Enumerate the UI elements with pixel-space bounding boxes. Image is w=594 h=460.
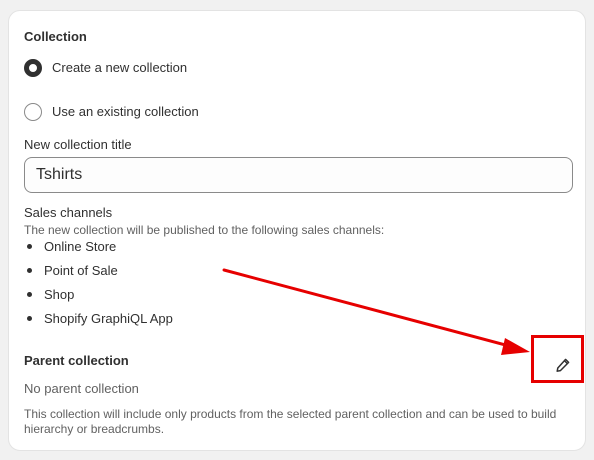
channel-name: Point of Sale [44,263,118,278]
collection-title-label: New collection title [24,137,132,152]
collection-card: Collection Create a new collection Use a… [8,10,586,451]
bullet-icon [27,244,32,249]
list-item: Shopify GraphiQL App [27,311,173,335]
sales-channels-description: The new collection will be published to … [24,223,385,237]
page: Collection Create a new collection Use a… [0,0,594,460]
channel-name: Online Store [44,239,117,254]
radio-checked[interactable] [24,59,42,77]
bullet-icon [27,292,32,297]
collection-title-input[interactable] [24,157,573,193]
list-item: Shop [27,287,173,311]
channel-name: Shopify GraphiQL App [44,311,173,326]
use-existing-collection-label: Use an existing collection [52,104,199,119]
channel-name: Shop [44,287,75,302]
bullet-icon [27,268,32,273]
radio-unchecked[interactable] [24,103,42,121]
create-new-collection-option[interactable]: Create a new collection [24,58,187,78]
use-existing-collection-option[interactable]: Use an existing collection [24,102,199,122]
parent-collection-heading: Parent collection [24,353,129,368]
list-item: Online Store [27,239,173,263]
collection-heading: Collection [24,29,87,44]
edit-parent-collection-button[interactable] [549,351,577,379]
sales-channel-list: Online Store Point of Sale Shop Shopify … [27,239,173,335]
pencil-icon [556,358,570,372]
sales-channels-heading: Sales channels [24,205,113,220]
parent-collection-help: This collection will include only produc… [24,407,557,436]
list-item: Point of Sale [27,263,173,287]
parent-collection-value: No parent collection [24,381,139,396]
bullet-icon [27,316,32,321]
create-new-collection-label: Create a new collection [52,60,188,75]
